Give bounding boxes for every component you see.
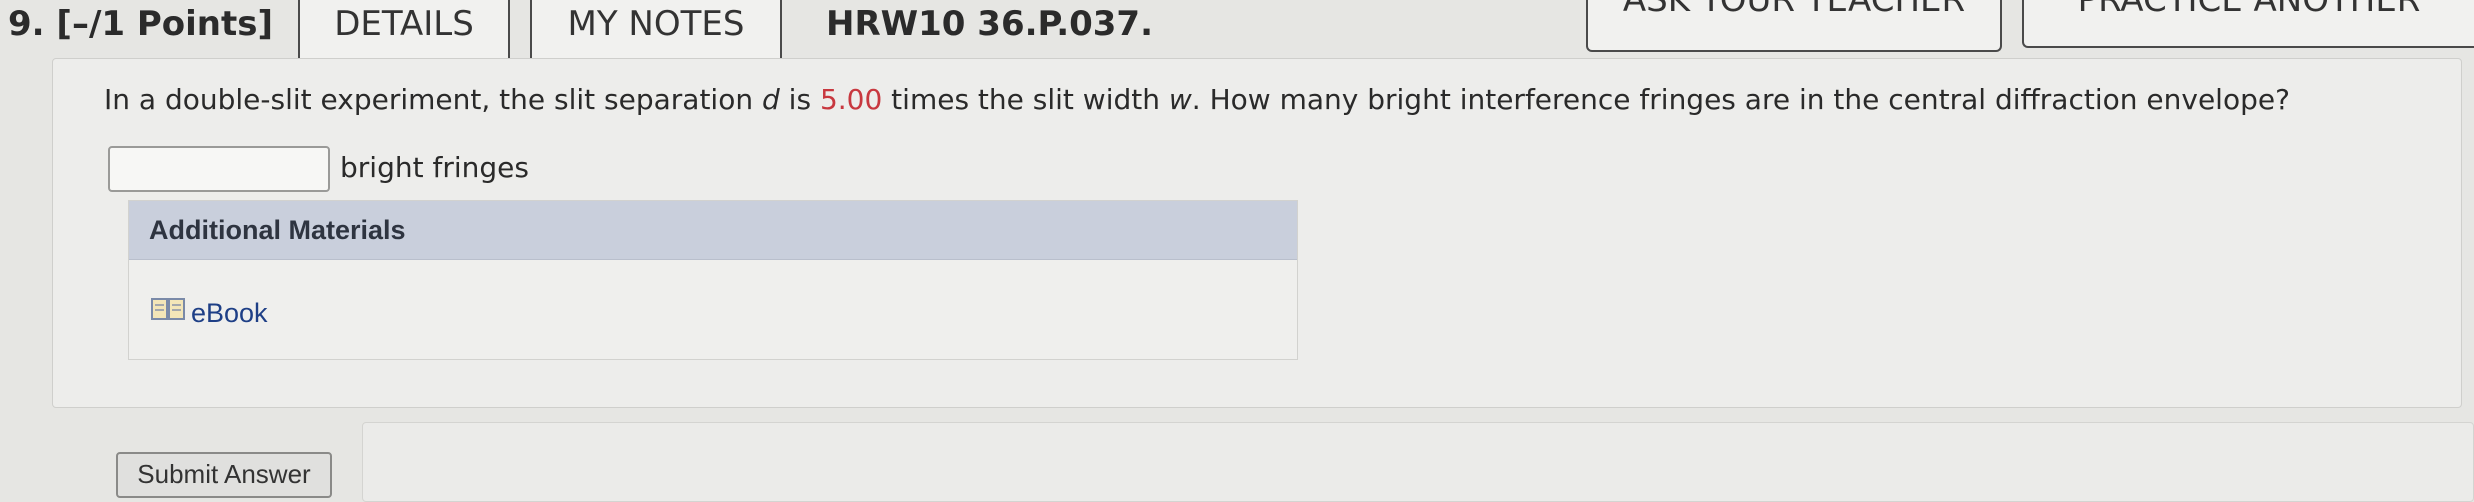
ask-your-teacher-button[interactable]: ASK YOUR TEACHER (1586, 0, 2002, 52)
question-header: 9. [–/1 Points] DETAILS MY NOTES HRW10 3… (0, 0, 2474, 66)
variable-w: w (1168, 83, 1192, 116)
question-points: 9. [–/1 Points] (8, 2, 273, 46)
answer-unit-label: bright fringes (340, 151, 529, 184)
ask-your-teacher-label: ASK YOUR TEACHER (1622, 0, 1966, 20)
given-value: 5.00 (819, 83, 883, 116)
question-text-part: . How many bright interference fringes a… (1191, 83, 2290, 116)
ebook-label: eBook (191, 298, 268, 328)
question-text-part: is (779, 83, 820, 116)
my-notes-button[interactable]: MY NOTES (530, 0, 782, 66)
submit-answer-button[interactable]: Submit Answer (116, 452, 332, 498)
points-label: [–/1 Points] (56, 4, 274, 44)
answer-input[interactable] (108, 146, 330, 192)
practice-another-button[interactable]: PRACTICE ANOTHER (2022, 0, 2474, 48)
question-number: 9. (8, 4, 45, 44)
details-button[interactable]: DETAILS (298, 0, 510, 66)
additional-materials-header: Additional Materials (129, 201, 1297, 260)
details-button-label: DETAILS (334, 4, 474, 44)
bottom-panel (362, 422, 2474, 502)
question-reference: HRW10 36.P.037. (826, 4, 1154, 44)
book-icon (151, 295, 191, 331)
question-text-part: In a double-slit experiment, the slit se… (104, 83, 762, 116)
practice-another-label: PRACTICE ANOTHER (2077, 0, 2421, 20)
additional-materials-title: Additional Materials (149, 215, 406, 245)
ebook-link[interactable]: eBook (151, 295, 268, 331)
question-text: In a double-slit experiment, the slit se… (104, 80, 2290, 120)
my-notes-button-label: MY NOTES (567, 4, 745, 44)
additional-materials-panel: Additional Materials eBook (128, 200, 1298, 360)
variable-d: d (761, 83, 780, 116)
question-text-part: times the slit width (882, 83, 1169, 116)
